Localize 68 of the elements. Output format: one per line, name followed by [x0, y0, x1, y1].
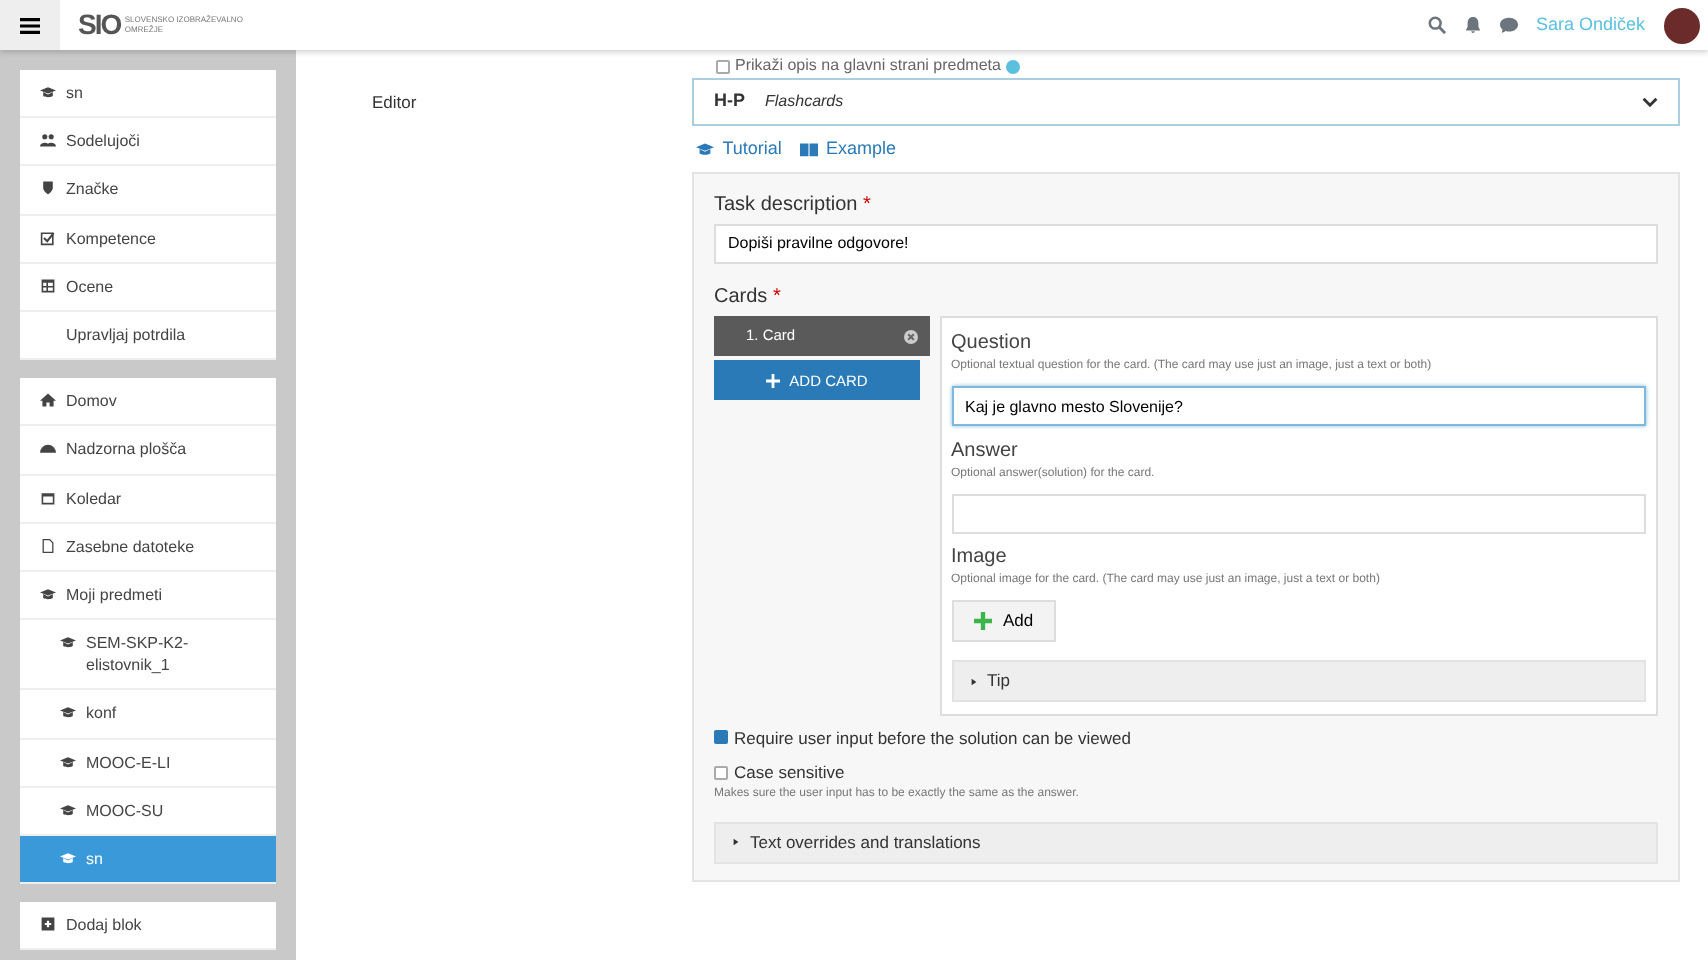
field-label: Cards * — [714, 283, 783, 312]
checkbox[interactable] — [716, 59, 731, 73]
sidebar-item[interactable]: konf — [20, 690, 276, 740]
library-select[interactable]: H-P Flashcards — [692, 78, 1680, 126]
graduation-cap-icon — [60, 753, 76, 770]
tip-group[interactable]: Tip — [951, 660, 1646, 702]
option-label: Prikaži opis na glavni strani predmeta — [735, 54, 1001, 78]
text-field[interactable]: Dopiši pravilne odgovore! — [714, 223, 1658, 264]
sidebar-item[interactable]: Dodaj blok — [20, 902, 276, 951]
overrides-group[interactable]: Text overrides and translations — [714, 821, 1658, 863]
gauge-icon — [40, 440, 56, 457]
graduation-cap-icon — [60, 634, 76, 651]
checkbox[interactable] — [714, 730, 728, 745]
sidebar-item[interactable]: Kompetence — [20, 215, 276, 264]
search-icon — [1427, 16, 1446, 34]
sidebar-item[interactable]: Moji predmeti — [20, 571, 276, 621]
sidebar-item[interactable]: Sodelujoči — [20, 118, 276, 167]
shield-icon — [40, 180, 56, 197]
checkbox-icon — [40, 229, 56, 246]
field-label: Image — [951, 544, 1009, 572]
sidebar-item[interactable]: MOOC-E-LI — [20, 739, 276, 788]
field-label: Question — [951, 330, 1034, 358]
graduation-cap-icon — [60, 704, 76, 721]
calendar-icon — [40, 489, 56, 505]
plus-icon — [766, 373, 781, 388]
sidebar-item[interactable]: SEM-SKP-K2-elistovnik_1 — [20, 620, 276, 691]
text-field[interactable] — [951, 493, 1646, 533]
sidebar-item[interactable]: Domov — [20, 378, 276, 427]
sidebar-item[interactable]: Koledar — [20, 475, 276, 524]
caret-right-icon — [969, 675, 977, 687]
graduation-cap-icon — [696, 139, 715, 158]
sidebar-item[interactable]: Zasebne datoteke — [20, 523, 276, 572]
field-label: Task description * — [714, 191, 873, 219]
home-icon — [40, 392, 56, 409]
remove-icon — [904, 329, 918, 343]
sidebar-item[interactable]: Ocene — [20, 263, 276, 312]
avatar-image[interactable] — [1663, 7, 1699, 43]
file-icon — [40, 537, 56, 554]
sidebar-item[interactable]: Značke — [20, 166, 276, 216]
bell-icon — [1463, 16, 1482, 34]
graduation-cap-icon — [40, 84, 56, 100]
menu-icon — [20, 15, 40, 35]
add-button[interactable]: Add — [951, 600, 1056, 642]
book-icon — [799, 139, 818, 158]
field-label: Answer — [951, 437, 1020, 465]
sidebar-item[interactable]: Nadzorna plošča — [20, 426, 276, 475]
chevron-down-icon — [1642, 94, 1658, 110]
editor-label: Editor — [372, 90, 419, 116]
sidebar-item[interactable]: sn — [20, 70, 276, 119]
menu-button[interactable] — [0, 0, 60, 50]
graduation-cap-icon — [60, 850, 76, 866]
option-label: Require user input before the solution can be viewed — [734, 725, 1131, 751]
caret-right-icon — [732, 836, 740, 848]
graduation-cap-icon — [40, 585, 56, 602]
plus-icon — [973, 612, 991, 630]
logo: SIO — [78, 6, 121, 44]
logo: H-P — [714, 88, 745, 115]
speech-bubble-icon — [1499, 16, 1518, 34]
table-icon — [40, 277, 56, 294]
help-link[interactable]: Example — [799, 135, 896, 162]
checkbox[interactable] — [714, 765, 728, 780]
option-label: Case sensitive — [734, 759, 845, 785]
help-icon — [1005, 59, 1020, 73]
users-icon — [40, 132, 56, 149]
help-link[interactable]: Tutorial — [696, 135, 782, 162]
graduation-cap-icon — [60, 801, 76, 818]
sidebar-item[interactable]: Upravljaj potrdila — [20, 311, 276, 361]
text-field[interactable]: Kaj je glavno mesto Slovenije? — [951, 386, 1646, 426]
